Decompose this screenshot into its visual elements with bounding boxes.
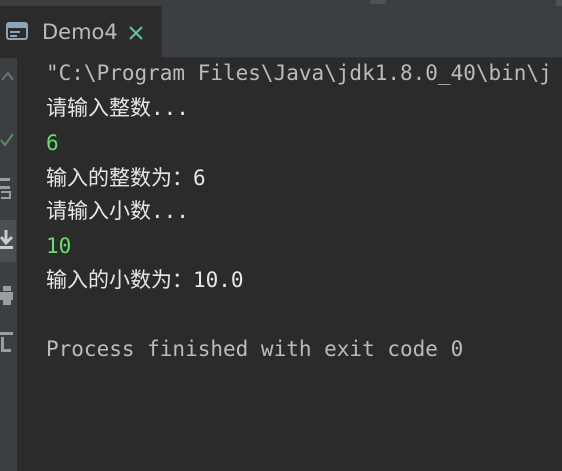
chevron-up-icon[interactable] (0, 66, 14, 91)
console-side-toolbar (0, 58, 18, 471)
console-window-icon (6, 22, 28, 40)
console-line-input-int: 6 (46, 131, 59, 155)
tab-bar: Demo4 (0, 0, 562, 58)
console-line-prompt-int: 请输入整数... (46, 96, 189, 120)
console-line-prompt-float: 请输入小数... (46, 199, 189, 223)
close-icon[interactable] (128, 25, 144, 41)
print-icon[interactable] (0, 284, 14, 313)
run-tool-window: Demo4 "C:\Program Files\Java\jdk1.8.0_40… (0, 0, 562, 471)
rerun-icon[interactable] (0, 176, 14, 205)
console-line-command: "C:\Program Files\Java\jdk1.8.0_40\bin\j (46, 61, 552, 85)
tab-demo4[interactable]: Demo4 (0, 6, 162, 58)
tab-bar-corner (556, 0, 562, 6)
scroll-to-end-icon (0, 228, 14, 257)
scroll-to-end-toggle[interactable] (0, 220, 16, 262)
trash-icon[interactable] (0, 330, 14, 359)
console-line-exit-status: Process finished with exit code 0 (46, 337, 464, 361)
tab-bar-scroll-indicator (370, 0, 386, 4)
check-icon[interactable] (0, 130, 14, 155)
tab-label: Demo4 (42, 20, 118, 44)
console-line-result-float: 输入的小数为：10.0 (46, 268, 244, 292)
console-line-result-int: 输入的整数为：6 (46, 166, 206, 190)
console-line-input-float: 10 (46, 234, 72, 258)
console-output[interactable]: "C:\Program Files\Java\jdk1.8.0_40\bin\j… (30, 58, 562, 471)
gutter-spacer (18, 58, 30, 471)
